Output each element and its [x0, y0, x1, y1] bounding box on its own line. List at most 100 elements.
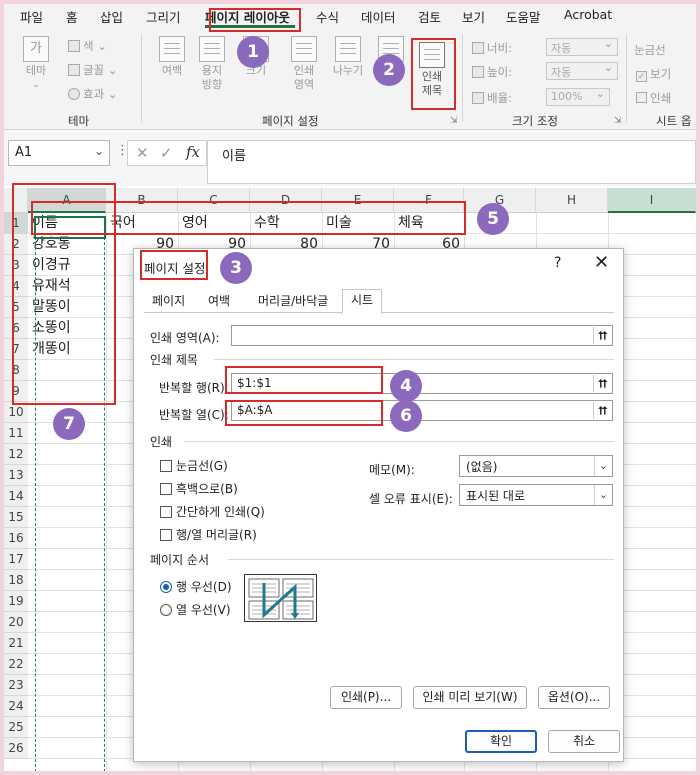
- print-preview-button[interactable]: 인쇄 미리 보기(W): [413, 686, 527, 709]
- tab-home[interactable]: 홈: [66, 7, 78, 26]
- insert-function-icon[interactable]: fx: [186, 143, 200, 161]
- checkbox-box: [636, 92, 647, 103]
- annotation-box-page-layout-tab: [209, 8, 301, 32]
- chevron-down-icon: ⌄: [32, 80, 40, 90]
- column-header-i[interactable]: I: [608, 188, 696, 213]
- collapse-dialog-icon[interactable]: ⮅: [593, 402, 611, 419]
- row-header-26[interactable]: 26: [4, 738, 28, 759]
- row-header-14[interactable]: 14: [4, 486, 28, 507]
- draft-checkbox[interactable]: 간단하게 인쇄(Q): [160, 503, 265, 520]
- height-label: 높이:: [472, 64, 512, 80]
- theme-fonts-button[interactable]: 글꼴 ⌄: [68, 62, 117, 78]
- tab-view[interactable]: 보기: [462, 7, 485, 26]
- gridlines-checkbox[interactable]: 눈금선(G): [160, 457, 228, 474]
- close-icon[interactable]: ✕: [594, 252, 609, 273]
- tab-formulas[interactable]: 수식: [316, 7, 339, 26]
- formula-controls: ✕ ✓ fx: [127, 140, 207, 166]
- scale-spinner[interactable]: 100%: [546, 87, 610, 106]
- options-button[interactable]: 옵션(O)...: [538, 686, 610, 709]
- annotation-box-repeat-rows: [225, 366, 383, 394]
- width-select[interactable]: 자동: [546, 37, 618, 56]
- print-area-label: 인쇄 영역: [293, 64, 315, 91]
- gridlines-heading: 눈금선: [634, 43, 666, 57]
- gridlines-view-checkbox[interactable]: ✓ 보기: [636, 66, 671, 82]
- row-header-24[interactable]: 24: [4, 696, 28, 717]
- tab-sheet[interactable]: 시트: [342, 289, 383, 314]
- name-box[interactable]: A1 ⌄: [8, 140, 110, 166]
- breaks-icon: [335, 36, 361, 62]
- row-header-21[interactable]: 21: [4, 633, 28, 654]
- scale-label: 배율:: [472, 90, 512, 106]
- annotation-box-row-1: [31, 201, 466, 235]
- checkbox-box: [160, 460, 172, 472]
- checkbox-box: [160, 483, 172, 495]
- theme-effects-button[interactable]: 효과 ⌄: [68, 86, 117, 102]
- down-then-over-radio[interactable]: 행 우선(D): [160, 578, 232, 595]
- over-then-down-radio[interactable]: 열 우선(V): [160, 601, 231, 618]
- row-header-19[interactable]: 19: [4, 591, 28, 612]
- theme-icon: 가: [23, 36, 49, 62]
- errors-select[interactable]: 표시된 대로 ⌄: [459, 484, 613, 506]
- row-header-15[interactable]: 15: [4, 507, 28, 528]
- tab-margins[interactable]: 여백: [200, 291, 238, 313]
- step-badge-2: 2: [373, 54, 405, 86]
- chevron-down-icon: ⌄: [93, 144, 104, 158]
- height-select[interactable]: 자동: [546, 61, 618, 80]
- tab-draw[interactable]: 그리기: [146, 7, 181, 26]
- orientation-label: 용지 방향: [201, 64, 223, 91]
- print-button[interactable]: 인쇄(P)...: [330, 686, 402, 709]
- collapse-dialog-icon[interactable]: ⮅: [593, 375, 611, 392]
- step-badge-7: 7: [53, 408, 85, 440]
- row-header-13[interactable]: 13: [4, 465, 28, 486]
- orientation-button[interactable]: 용지 방향: [192, 36, 232, 92]
- help-icon[interactable]: ?: [554, 255, 561, 271]
- row-header-16[interactable]: 16: [4, 528, 28, 549]
- headings-checkbox[interactable]: 행/열 머리글(R): [160, 526, 257, 543]
- gridlines-print-checkbox[interactable]: 인쇄: [636, 90, 671, 106]
- theme-button[interactable]: 가 테마 ⌄: [18, 36, 54, 92]
- formula-input[interactable]: 이름: [207, 140, 696, 184]
- row-header-17[interactable]: 17: [4, 549, 28, 570]
- section-divider: [184, 441, 614, 442]
- row-header-18[interactable]: 18: [4, 570, 28, 591]
- cancel-button[interactable]: 취소: [548, 730, 620, 753]
- scale-group-label: 크기 조정: [512, 114, 558, 128]
- column-header-h[interactable]: H: [536, 188, 608, 213]
- row-header-12[interactable]: 12: [4, 444, 28, 465]
- tab-help[interactable]: 도움말: [506, 7, 541, 26]
- tab-insert[interactable]: 삽입: [100, 7, 123, 26]
- row-header-11[interactable]: 11: [4, 423, 28, 444]
- chevron-down-icon: ⌄: [594, 456, 612, 476]
- theme-colors-button[interactable]: 색 ⌄: [68, 38, 107, 54]
- scale-launcher-icon[interactable]: ⇲: [614, 116, 622, 126]
- page-setup-launcher-icon[interactable]: ⇲: [450, 116, 458, 126]
- margins-button[interactable]: 여백: [154, 36, 190, 78]
- tab-review[interactable]: 검토: [418, 7, 441, 26]
- row-header-22[interactable]: 22: [4, 654, 28, 675]
- comments-select[interactable]: (없음) ⌄: [459, 455, 613, 477]
- row-header-20[interactable]: 20: [4, 612, 28, 633]
- ribbon-separator: [626, 34, 627, 122]
- row-header-10[interactable]: 10: [4, 402, 28, 423]
- tab-file[interactable]: 파일: [20, 7, 43, 26]
- tab-data[interactable]: 데이터: [361, 7, 396, 26]
- tab-header-footer[interactable]: 머리글/바닥글: [250, 291, 336, 313]
- ok-button[interactable]: 확인: [465, 730, 537, 753]
- black-white-checkbox[interactable]: 흑백으로(B): [160, 480, 238, 497]
- print-area-button[interactable]: 인쇄 영역: [284, 36, 324, 92]
- step-badge-6: 6: [390, 400, 422, 432]
- print-area-input[interactable]: ⮅: [231, 325, 613, 346]
- row-header-25[interactable]: 25: [4, 717, 28, 738]
- page-order-preview-icon: [244, 574, 317, 622]
- ribbon: 가 테마 ⌄ 색 ⌄ 글꼴 ⌄ 효과 ⌄ 테마 여백 용지 방향 크기 인쇄 영…: [4, 28, 696, 130]
- cancel-icon[interactable]: ✕: [136, 144, 149, 162]
- tab-page[interactable]: 페이지: [144, 291, 193, 313]
- collapse-dialog-icon[interactable]: ⮅: [593, 327, 611, 344]
- enter-icon[interactable]: ✓: [160, 144, 173, 162]
- repeat-rows-label: 반복할 행(R):: [159, 381, 229, 395]
- formula-bar: A1 ⌄ ⋮ ✕ ✓ fx 이름: [4, 130, 696, 186]
- tab-acrobat[interactable]: Acrobat: [564, 7, 612, 22]
- breaks-button[interactable]: 나누기: [326, 36, 370, 78]
- width-icon: [472, 42, 484, 54]
- row-header-23[interactable]: 23: [4, 675, 28, 696]
